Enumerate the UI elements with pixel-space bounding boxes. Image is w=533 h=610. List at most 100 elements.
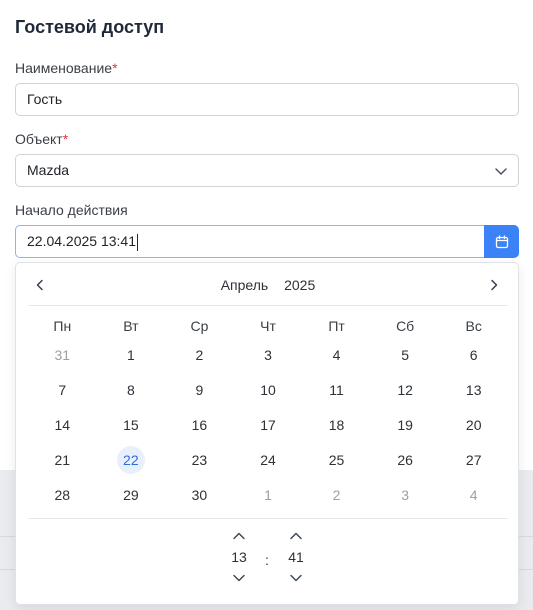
weekday-label: Чт bbox=[260, 318, 276, 334]
day-cell[interactable]: 14 bbox=[28, 407, 97, 442]
day-cell[interactable]: 4 bbox=[302, 337, 371, 372]
day-cell[interactable]: 6 bbox=[439, 337, 508, 372]
object-label: Объект* bbox=[15, 131, 68, 147]
day-cell[interactable]: 25 bbox=[302, 442, 371, 477]
day-cell[interactable]: 10 bbox=[234, 372, 303, 407]
start-label-text: Начало действия bbox=[15, 202, 128, 218]
name-label: Наименование* bbox=[15, 60, 118, 76]
day-cell[interactable]: 23 bbox=[165, 442, 234, 477]
day-cell[interactable]: 19 bbox=[371, 407, 440, 442]
day-number: 16 bbox=[191, 416, 208, 433]
next-month-button[interactable] bbox=[486, 277, 502, 293]
day-cell[interactable]: 1 bbox=[234, 477, 303, 512]
day-grid: 31 1 2 3 4 5 6 7 8 9 10 11 12 13 14 15 16 17 18 19 20 21 22 23 2… bbox=[28, 337, 508, 512]
hours-column: 13 bbox=[224, 529, 254, 585]
text-caret bbox=[137, 233, 138, 251]
day-cell-selected[interactable]: 22 bbox=[97, 442, 166, 477]
minute-decrement-button[interactable] bbox=[281, 571, 311, 585]
time-picker: 13 : 41 bbox=[16, 529, 520, 599]
day-number: 31 bbox=[54, 346, 71, 363]
day-cell[interactable]: 26 bbox=[371, 442, 440, 477]
day-number: 7 bbox=[58, 381, 67, 398]
hour-decrement-button[interactable] bbox=[224, 571, 254, 585]
day-number: 2 bbox=[195, 346, 204, 363]
month-label[interactable]: Апрель bbox=[221, 277, 269, 293]
day-cell[interactable]: 3 bbox=[371, 477, 440, 512]
day-number: 8 bbox=[126, 381, 135, 398]
day-cell[interactable]: 18 bbox=[302, 407, 371, 442]
weekday-label: Ср bbox=[190, 318, 209, 334]
day-number: 24 bbox=[260, 451, 276, 468]
weekday-label: Вт bbox=[123, 318, 139, 334]
day-number: 25 bbox=[328, 451, 345, 468]
weekday-label: Пн bbox=[53, 318, 72, 334]
day-cell[interactable]: 29 bbox=[97, 477, 166, 512]
object-label-text: Объект bbox=[15, 131, 63, 147]
day-cell[interactable]: 27 bbox=[439, 442, 508, 477]
day-number: 27 bbox=[465, 451, 482, 468]
name-label-text: Наименование bbox=[15, 60, 113, 76]
name-field[interactable]: Гость bbox=[15, 83, 519, 116]
day-cell[interactable]: 12 bbox=[371, 372, 440, 407]
divider bbox=[28, 518, 508, 519]
day-number: 2 bbox=[332, 486, 341, 503]
day-number: 19 bbox=[397, 416, 413, 433]
calendar-icon bbox=[495, 234, 508, 248]
day-number: 18 bbox=[328, 416, 345, 433]
day-cell[interactable]: 5 bbox=[371, 337, 440, 372]
day-cell[interactable]: 21 bbox=[28, 442, 97, 477]
day-cell[interactable]: 3 bbox=[234, 337, 303, 372]
modal-title: Гостевой доступ bbox=[15, 17, 165, 37]
day-cell[interactable]: 2 bbox=[302, 477, 371, 512]
hour-increment-button[interactable] bbox=[224, 529, 254, 543]
minutes-value[interactable]: 41 bbox=[281, 543, 311, 571]
day-cell[interactable]: 16 bbox=[165, 407, 234, 442]
month-year-header: Апрель 2025 bbox=[16, 277, 520, 293]
day-number: 11 bbox=[329, 381, 344, 398]
day-number: 30 bbox=[191, 486, 208, 503]
object-select-value: Mazda bbox=[27, 162, 70, 178]
day-cell[interactable]: 13 bbox=[439, 372, 508, 407]
day-number: 17 bbox=[260, 416, 276, 433]
day-cell[interactable]: 1 bbox=[97, 337, 166, 372]
day-cell[interactable]: 28 bbox=[28, 477, 97, 512]
chevron-up-icon bbox=[290, 532, 302, 540]
day-number: 12 bbox=[397, 381, 413, 398]
day-cell[interactable]: 31 bbox=[28, 337, 97, 372]
year-label[interactable]: 2025 bbox=[284, 277, 315, 293]
day-cell[interactable]: 20 bbox=[439, 407, 508, 442]
minute-increment-button[interactable] bbox=[281, 529, 311, 543]
chevron-right-icon bbox=[491, 279, 498, 291]
day-number: 22 bbox=[116, 445, 145, 474]
day-cell[interactable]: 8 bbox=[97, 372, 166, 407]
weekday-label: Сб bbox=[396, 318, 415, 334]
calendar-button[interactable] bbox=[484, 225, 519, 258]
hours-value[interactable]: 13 bbox=[224, 543, 254, 571]
chevron-down-icon bbox=[495, 168, 507, 175]
day-cell[interactable]: 24 bbox=[234, 442, 303, 477]
chevron-down-icon bbox=[233, 574, 245, 582]
day-number: 4 bbox=[469, 486, 478, 503]
weekday-row: Пн Вт Ср Чт Пт Сб Вс bbox=[28, 316, 508, 336]
start-date-input[interactable]: 22.04.2025 13:41 bbox=[15, 225, 484, 258]
start-date-value: 22.04.2025 13:41 bbox=[27, 233, 136, 249]
day-number: 10 bbox=[260, 381, 276, 398]
day-number: 13 bbox=[465, 381, 482, 398]
day-number: 3 bbox=[264, 346, 272, 363]
day-number: 1 bbox=[264, 486, 272, 503]
object-select[interactable]: Mazda bbox=[15, 154, 519, 187]
day-number: 26 bbox=[397, 451, 413, 468]
day-cell[interactable]: 15 bbox=[97, 407, 166, 442]
day-cell[interactable]: 11 bbox=[302, 372, 371, 407]
day-cell[interactable]: 9 bbox=[165, 372, 234, 407]
day-cell[interactable]: 17 bbox=[234, 407, 303, 442]
day-cell[interactable]: 30 bbox=[165, 477, 234, 512]
day-number: 28 bbox=[54, 486, 71, 503]
day-number: 4 bbox=[332, 346, 341, 363]
required-mark: * bbox=[62, 131, 69, 147]
day-cell[interactable]: 2 bbox=[165, 337, 234, 372]
date-picker: Апрель 2025 Пн Вт Ср Чт Пт Сб Вс 31 1 2 3 4 5 6 7 8 9 10… bbox=[15, 262, 519, 605]
day-cell[interactable]: 7 bbox=[28, 372, 97, 407]
day-number: 5 bbox=[401, 346, 410, 363]
day-cell[interactable]: 4 bbox=[439, 477, 508, 512]
